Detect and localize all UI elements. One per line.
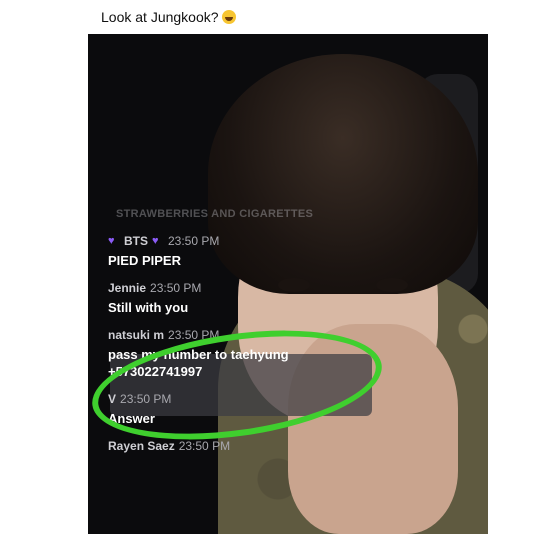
chat-message-meta: Jennie 23:50 PM bbox=[108, 281, 388, 295]
chat-message-meta: ♥ BTS ♥ 23:50 PM bbox=[108, 234, 388, 248]
chat-username: Jennie bbox=[108, 281, 147, 295]
chat-username: BTS bbox=[124, 234, 148, 248]
chat-message: Rayen Saez 23:50 PM bbox=[108, 439, 388, 453]
chat-timestamp: 23:50 PM bbox=[150, 281, 202, 295]
chat-text: PIED PIPER bbox=[108, 253, 181, 268]
chat-username: Rayen Saez bbox=[108, 439, 175, 453]
chat-text: Still with you bbox=[108, 300, 189, 315]
chat-message: ♥ BTS ♥ 23:50 PM PIED PIPER bbox=[108, 234, 388, 269]
chat-timestamp: 23:50 PM bbox=[178, 439, 231, 453]
laughing-emoji-icon bbox=[221, 10, 236, 24]
post-caption: Look at Jungkook? bbox=[101, 9, 236, 25]
purple-heart-icon: ♥ bbox=[108, 234, 115, 247]
stream-title: STRAWBERRIES AND CIGARETTES bbox=[116, 208, 314, 220]
chat-timestamp: 23:50 PM bbox=[168, 234, 220, 248]
chat-message-meta: Rayen Saez 23:50 PM bbox=[108, 439, 388, 453]
purple-heart-icon: ♥ bbox=[152, 234, 159, 247]
chat-username: natsuki m bbox=[108, 328, 165, 342]
caption-text: Look at Jungkook? bbox=[101, 9, 219, 25]
chat-message: Jennie 23:50 PM Still with you bbox=[108, 281, 388, 316]
livestream-screenshot: STRAWBERRIES AND CIGARETTES ♥ BTS ♥ 23:5… bbox=[88, 34, 488, 534]
